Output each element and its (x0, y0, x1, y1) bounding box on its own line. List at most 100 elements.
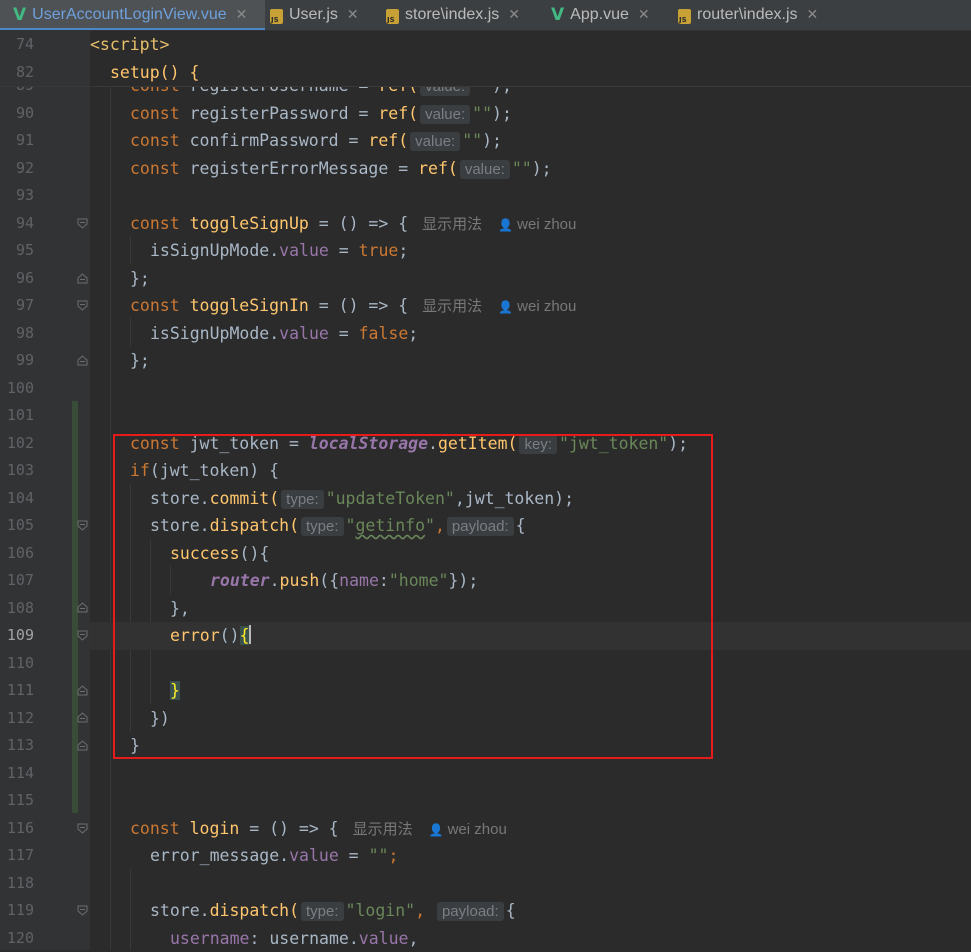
annotation-highlight-box (113, 434, 713, 759)
line-number: 91 (0, 127, 34, 155)
fold-close-icon[interactable] (77, 355, 88, 366)
code-line[interactable]: 117 error_message.value = ""; (0, 842, 971, 870)
usages-hint[interactable]: 显示用法 (422, 216, 482, 233)
vue-icon: V (13, 5, 26, 25)
line-number: 117 (0, 842, 34, 870)
fold-close-icon[interactable] (77, 685, 88, 696)
line-number: 109 (0, 622, 34, 650)
close-icon[interactable]: ✕ (638, 7, 650, 23)
line-number: 100 (0, 375, 34, 403)
usages-hint[interactable]: 显示用法 (422, 298, 482, 315)
tab-label: router\index.js (697, 6, 798, 24)
line-number: 97 (0, 292, 34, 320)
code-line[interactable]: 92 const registerErrorMessage = ref(valu… (0, 155, 971, 183)
line-number: 119 (0, 897, 34, 925)
close-icon[interactable]: ✕ (236, 7, 248, 23)
fold-open-icon[interactable] (77, 218, 88, 229)
author-hint[interactable]: 👤wei zhou (498, 216, 576, 233)
line-number: 111 (0, 677, 34, 705)
tab-app-vue[interactable]: V App.vue ✕ (551, 0, 650, 30)
tab-router-index-js[interactable]: router\index.js ✕ (678, 0, 818, 30)
author-hint[interactable]: 👤wei zhou (429, 821, 507, 838)
line-number: 92 (0, 155, 34, 183)
editor-tab-bar: V UserAccountLoginView.vue ✕ User.js ✕ s… (0, 0, 971, 31)
code-line[interactable]: 101 (0, 402, 971, 430)
line-number: 95 (0, 237, 34, 265)
code-line[interactable]: 95 isSignUpMode.value = true; (0, 237, 971, 265)
code-line[interactable]: 115 (0, 787, 971, 815)
code-line[interactable]: 119 store.dispatch(type:"login", payload… (0, 897, 971, 925)
code-line[interactable]: 97 const toggleSignIn = () => {显示用法👤wei … (0, 292, 971, 320)
fold-open-icon[interactable] (77, 630, 88, 641)
line-number: 106 (0, 540, 34, 568)
line-number: 74 (0, 31, 34, 59)
sticky-scope-header[interactable]: 74 <script> 82 setup() { (0, 31, 971, 87)
line-number: 96 (0, 265, 34, 293)
code-line[interactable]: 120 username: username.value, (0, 925, 971, 952)
line-number: 93 (0, 182, 34, 210)
code-line[interactable]: 93 (0, 182, 971, 210)
tab-user-js[interactable]: User.js ✕ (270, 0, 359, 30)
sticky-line[interactable]: 82 setup() { (0, 59, 971, 87)
author-hint[interactable]: 👤wei zhou (498, 298, 576, 315)
parameter-hint: type: (301, 902, 344, 921)
code-line[interactable]: 116 const login = () => {显示用法👤wei zhou (0, 815, 971, 843)
js-file-icon (270, 9, 283, 24)
code-line[interactable]: 100 (0, 375, 971, 403)
line-number: 114 (0, 760, 34, 788)
close-icon[interactable]: ✕ (807, 7, 819, 23)
code-line[interactable]: 94 const toggleSignUp = () => {显示用法👤wei … (0, 210, 971, 238)
fold-open-icon[interactable] (77, 520, 88, 531)
fold-close-icon[interactable] (77, 602, 88, 613)
tab-label: User.js (289, 6, 338, 24)
js-file-icon (386, 9, 399, 24)
line-number: 105 (0, 512, 34, 540)
vue-icon: V (551, 5, 564, 25)
code-line[interactable]: 99 }; (0, 347, 971, 375)
line-number: 82 (0, 59, 34, 87)
active-tab-indicator (0, 28, 265, 30)
code-line[interactable]: 118 (0, 870, 971, 898)
fold-open-icon[interactable] (77, 905, 88, 916)
code-line[interactable]: 114 (0, 760, 971, 788)
line-number: 99 (0, 347, 34, 375)
line-number: 104 (0, 485, 34, 513)
tab-label: store\index.js (405, 6, 499, 24)
code-line[interactable]: 96 }; (0, 265, 971, 293)
fold-close-icon[interactable] (77, 712, 88, 723)
line-number: 113 (0, 732, 34, 760)
sticky-line[interactable]: 74 <script> (0, 31, 971, 59)
js-file-icon (678, 9, 691, 24)
close-icon[interactable]: ✕ (508, 7, 520, 23)
close-icon[interactable]: ✕ (347, 7, 359, 23)
line-number: 115 (0, 787, 34, 815)
fold-open-icon[interactable] (77, 300, 88, 311)
tab-label: UserAccountLoginView.vue (32, 6, 227, 24)
line-number: 112 (0, 705, 34, 733)
line-number: 103 (0, 457, 34, 485)
tab-user-account-login-view[interactable]: V UserAccountLoginView.vue ✕ (0, 0, 265, 30)
line-number: 120 (0, 925, 34, 952)
line-number: 108 (0, 595, 34, 623)
line-number: 116 (0, 815, 34, 843)
line-number: 118 (0, 870, 34, 898)
person-icon: 👤 (429, 823, 444, 837)
line-number: 110 (0, 650, 34, 678)
line-number: 101 (0, 402, 34, 430)
person-icon: 👤 (498, 300, 513, 314)
line-number: 90 (0, 100, 34, 128)
fold-close-icon[interactable] (77, 740, 88, 751)
parameter-hint: payload: (437, 902, 504, 921)
line-number: 94 (0, 210, 34, 238)
fold-close-icon[interactable] (77, 273, 88, 284)
code-line[interactable]: 98 isSignUpMode.value = false; (0, 320, 971, 348)
line-number: 107 (0, 567, 34, 595)
person-icon: 👤 (498, 218, 513, 232)
usages-hint[interactable]: 显示用法 (353, 821, 413, 838)
tab-store-index-js[interactable]: store\index.js ✕ (386, 0, 520, 30)
line-number: 102 (0, 430, 34, 458)
fold-open-icon[interactable] (77, 823, 88, 834)
code-line[interactable]: 91 const confirmPassword = ref(value:"")… (0, 127, 971, 155)
parameter-hint: value: (420, 105, 470, 124)
code-line[interactable]: 90 const registerPassword = ref(value:""… (0, 100, 971, 128)
